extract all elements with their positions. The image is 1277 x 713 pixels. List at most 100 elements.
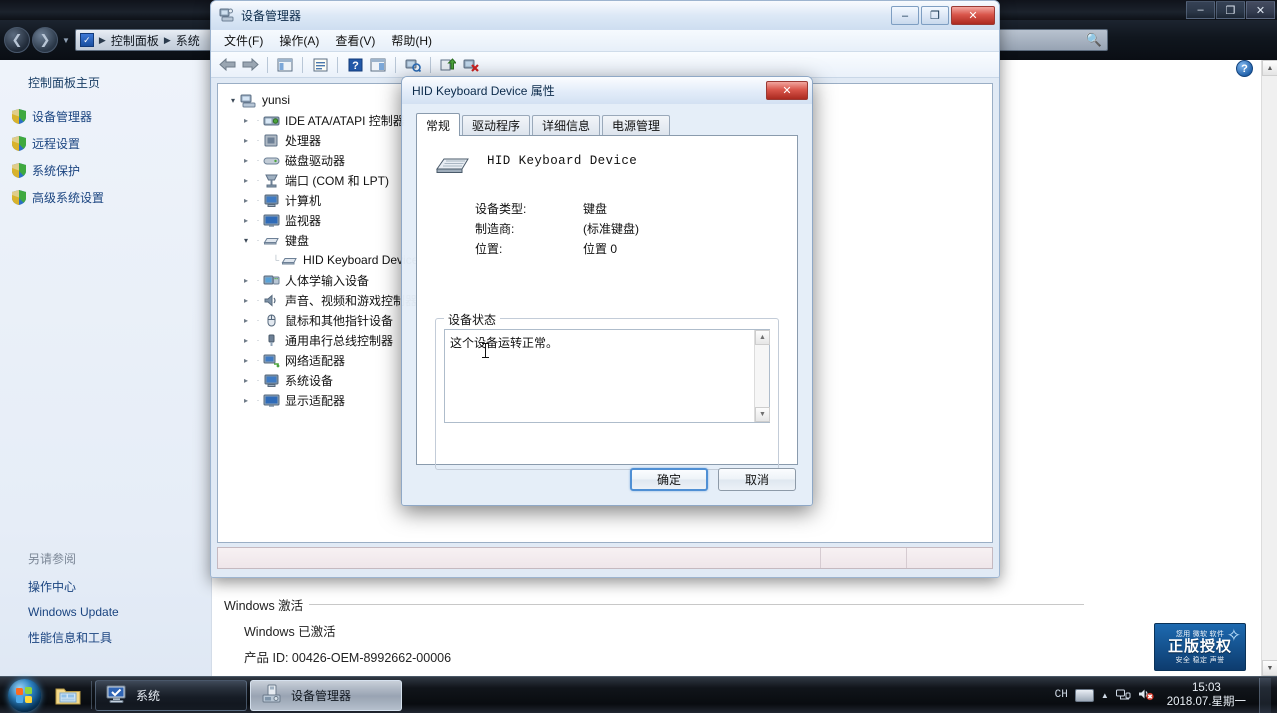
text-cursor — [482, 343, 489, 358]
sidebar-home-link[interactable]: 控制面板主页 — [0, 60, 211, 91]
menu-view[interactable]: 查看(V) — [328, 30, 382, 51]
menu-help[interactable]: 帮助(H) — [384, 30, 439, 51]
sidebar-item-label: 设备管理器 — [32, 110, 93, 124]
expander-open-icon[interactable]: ▾ — [226, 96, 240, 105]
hid-icon — [263, 272, 280, 288]
keyboard-tray-icon[interactable] — [1074, 688, 1094, 702]
back-button[interactable]: ❮ — [4, 27, 30, 53]
quick-launch-explorer[interactable] — [48, 678, 88, 713]
expander-closed-icon[interactable]: ▸ — [239, 296, 253, 305]
tree-node-label: 键盘 — [285, 233, 310, 248]
expander-closed-icon[interactable]: ▸ — [239, 196, 253, 205]
sidebar-item-device-manager[interactable]: 设备管理器 — [0, 103, 211, 130]
product-id: 产品 ID: 00426-OEM-8992662-00006 — [244, 651, 452, 665]
back-icon[interactable] — [217, 55, 237, 75]
expander-closed-icon[interactable]: ▸ — [239, 376, 253, 385]
recent-pages-dropdown-icon[interactable]: ▼ — [62, 36, 70, 45]
field-label: 位置: — [475, 241, 503, 256]
expander-closed-icon[interactable]: ▸ — [239, 176, 253, 185]
control-panel-icon: ✓ — [79, 33, 94, 47]
maximize-button[interactable]: ❐ — [1216, 1, 1245, 19]
breadcrumb-item-control-panel[interactable]: 控制面板 — [108, 32, 162, 49]
sidebar-item-label: 系统保护 — [32, 164, 81, 178]
taskbar-clock[interactable]: 15:03 2018.07.星期一 — [1161, 681, 1252, 710]
tab-power-management[interactable]: 电源管理 — [602, 115, 671, 135]
expander-closed-icon[interactable]: ▸ — [239, 216, 253, 225]
tab-driver[interactable]: 驱动程序 — [462, 115, 531, 135]
tray-overflow-icon[interactable]: ▲ — [1101, 691, 1109, 700]
breadcrumb-item-system[interactable]: 系统 — [173, 32, 203, 49]
tree-node-label: IDE ATA/ATAPI 控制器 — [285, 113, 405, 128]
close-button[interactable]: ✕ — [951, 6, 995, 25]
scroll-up-icon[interactable]: ▲ — [1262, 60, 1277, 76]
update-driver-icon[interactable] — [438, 55, 458, 75]
help-icon[interactable]: ? — [1236, 60, 1253, 77]
show-hide-action-pane-icon[interactable] — [368, 55, 388, 75]
tree-node-label: 显示适配器 — [285, 393, 346, 408]
input-language-indicator[interactable]: CH — [1055, 689, 1068, 701]
expander-closed-icon[interactable]: ▸ — [239, 276, 253, 285]
sidebar-item-advanced-system-settings[interactable]: 高级系统设置 — [0, 184, 211, 211]
forward-icon[interactable] — [240, 55, 260, 75]
expander-closed-icon[interactable]: ▸ — [239, 116, 253, 125]
show-desktop-button[interactable] — [1259, 677, 1271, 713]
scroll-down-icon[interactable]: ▼ — [1262, 660, 1277, 676]
properties-icon[interactable] — [310, 55, 330, 75]
start-button[interactable] — [0, 678, 48, 713]
taskbar-button-device-manager[interactable]: 设备管理器 — [250, 679, 402, 711]
ok-button[interactable]: 确定 — [630, 468, 708, 491]
explorer-icon — [55, 685, 81, 706]
see-also-link-performance-info[interactable]: 性能信息和工具 — [28, 624, 212, 651]
field-value: 键盘 — [583, 201, 608, 216]
taskbar-button-system[interactable]: 系统 — [95, 679, 247, 711]
forward-button[interactable]: ❯ — [32, 27, 58, 53]
minimize-button[interactable]: – — [1186, 1, 1215, 19]
tree-guide: · — [256, 295, 260, 305]
volume-muted-icon[interactable] — [1138, 687, 1154, 704]
expander-closed-icon[interactable]: ▸ — [239, 156, 253, 165]
scroll-down-icon[interactable]: ▼ — [755, 407, 770, 422]
system-tray: CH ▲ 15:03 2018.07.星期一 — [1055, 677, 1277, 713]
breadcrumb-separator: ▶ — [98, 34, 106, 45]
scroll-up-icon[interactable]: ▲ — [755, 330, 770, 345]
keyboard-icon — [435, 154, 471, 176]
expander-open-icon[interactable]: ▾ — [239, 236, 253, 245]
device-status-textbox[interactable]: 这个设备运转正常。 ▲ ▼ — [444, 329, 770, 423]
close-icon[interactable]: ✕ — [766, 81, 808, 100]
menu-file[interactable]: 文件(F) — [217, 30, 270, 51]
tree-guide: · — [256, 375, 260, 385]
sidebar-item-remote-settings[interactable]: 远程设置 — [0, 130, 211, 157]
breadcrumb-separator: ▶ — [163, 34, 171, 45]
cancel-button[interactable]: 取消 — [718, 468, 796, 491]
expander-closed-icon[interactable]: ▸ — [239, 336, 253, 345]
uninstall-device-icon[interactable] — [461, 55, 481, 75]
tree-guide: · — [256, 355, 260, 365]
sidebar-item-system-protection[interactable]: 系统保护 — [0, 157, 211, 184]
expander-closed-icon[interactable]: ▸ — [239, 396, 253, 405]
device-properties-dialog: HID Keyboard Device 属性 ✕ 常规 驱动程序 详细信息 电源… — [401, 76, 813, 506]
expander-closed-icon[interactable]: ▸ — [239, 356, 253, 365]
tree-node-label: 计算机 — [285, 193, 322, 208]
help-icon[interactable]: ? — [345, 55, 365, 75]
dialog-buttons: 确定 取消 — [630, 468, 796, 491]
status-scrollbar[interactable]: ▲ ▼ — [754, 330, 770, 422]
tree-node-label: 端口 (COM 和 LPT) — [285, 173, 389, 188]
tab-general[interactable]: 常规 — [416, 113, 461, 136]
maximize-button[interactable]: ❐ — [921, 6, 949, 25]
control-panel-scrollbar[interactable]: ▲ ▼ — [1261, 60, 1277, 676]
tab-details[interactable]: 详细信息 — [532, 115, 601, 135]
device-name: HID Keyboard Device — [487, 154, 638, 168]
see-also-link-windows-update[interactable]: Windows Update — [28, 600, 212, 624]
taskbar-button-label: 系统 — [136, 688, 161, 703]
expander-closed-icon[interactable]: ▸ — [239, 316, 253, 325]
network-tray-icon[interactable] — [1115, 687, 1131, 704]
minimize-button[interactable]: – — [891, 6, 919, 25]
usb-icon — [263, 332, 280, 348]
toolbar-separator — [430, 56, 431, 73]
menu-action[interactable]: 操作(A) — [272, 30, 326, 51]
scan-hardware-changes-icon[interactable] — [403, 55, 423, 75]
expander-closed-icon[interactable]: ▸ — [239, 136, 253, 145]
close-button[interactable]: ✕ — [1246, 1, 1275, 19]
show-hide-console-tree-icon[interactable] — [275, 55, 295, 75]
see-also-link-action-center[interactable]: 操作中心 — [28, 573, 212, 600]
